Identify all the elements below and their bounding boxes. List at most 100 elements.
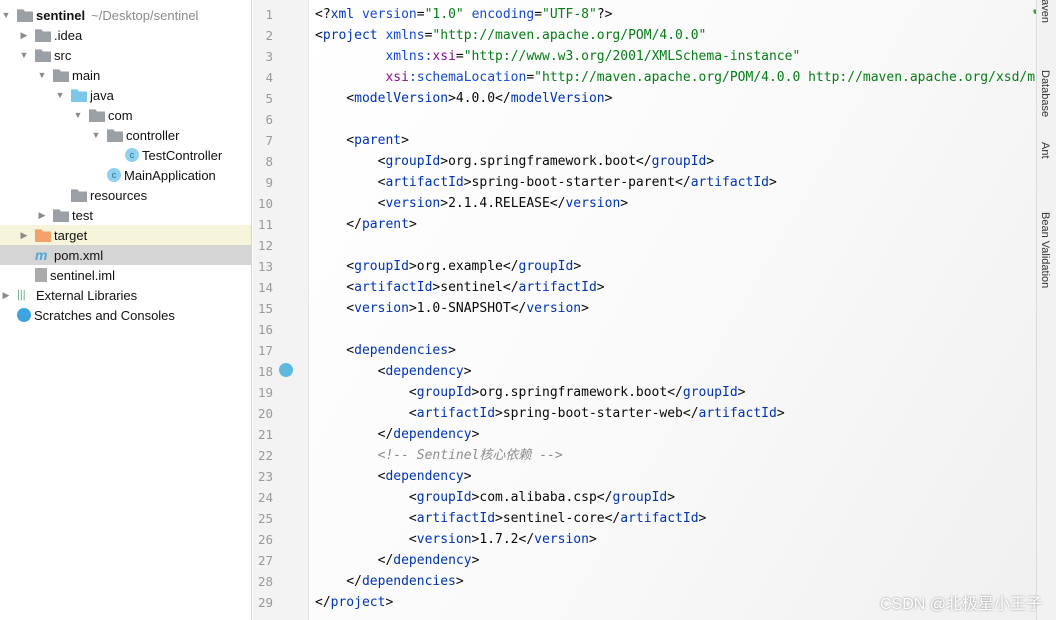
code-line[interactable]: <version>1.7.2</version> — [315, 529, 597, 550]
code-token: < — [315, 154, 386, 169]
tree-item[interactable]: resources — [0, 185, 251, 205]
tree-item[interactable]: ▼ sentinel ~/Desktop/sentinel — [0, 5, 251, 25]
code-token: version — [385, 196, 441, 211]
tree-item[interactable]: Scratches and Consoles — [0, 305, 251, 325]
tree-item[interactable]: ▼ java — [0, 85, 251, 105]
code-line[interactable]: <groupId>org.example</groupId> — [315, 256, 581, 277]
tree-item-label: test — [72, 207, 93, 223]
code-line[interactable]: <artifactId>spring-boot-starter-web</art… — [315, 403, 785, 424]
tree-item[interactable]: ▶ .idea — [0, 25, 251, 45]
code-line[interactable]: <groupId>org.springframework.boot</group… — [315, 382, 746, 403]
chevron-down-icon[interactable]: ▼ — [37, 70, 47, 80]
tool-window-maven[interactable]: Maven — [1039, 0, 1051, 23]
code-token: >4.0.0</ — [448, 91, 511, 106]
code-token: </ — [315, 217, 362, 232]
tree-item-label: External Libraries — [36, 287, 138, 303]
chevron-down-icon[interactable]: ▼ — [73, 110, 83, 120]
line-number: 19 — [257, 385, 273, 400]
code-token: modelVersion — [510, 91, 605, 106]
code-token: = — [534, 7, 543, 22]
tree-item[interactable]: ▶ target — [0, 225, 251, 245]
tree-item[interactable]: c TestController — [0, 145, 251, 165]
code-token: < — [315, 385, 417, 400]
code-token: groupId — [651, 154, 707, 169]
tree-item[interactable]: sentinel.iml — [0, 265, 251, 285]
line-number: 21 — [257, 427, 273, 442]
tree-item[interactable]: m pom.xml — [0, 245, 251, 265]
tree-item[interactable]: c MainApplication — [0, 165, 251, 185]
code-token: < — [315, 532, 417, 547]
code-line[interactable]: </dependencies> — [315, 571, 463, 592]
code-line[interactable]: <parent> — [315, 130, 409, 151]
code-line[interactable]: <modelVersion>4.0.0</modelVersion> — [315, 88, 612, 109]
tree-item[interactable]: ▼ main — [0, 65, 251, 85]
line-number: 17 — [257, 343, 273, 358]
code-line[interactable]: <artifactId>sentinel</artifactId> — [315, 277, 605, 298]
tool-window-bean-validation[interactable]: Bean Validation — [1039, 212, 1051, 288]
code-token: < — [315, 91, 355, 106]
code-token: < — [315, 406, 417, 421]
tree-item[interactable]: ▼ controller — [0, 125, 251, 145]
tree-item-label: TestController — [142, 147, 223, 163]
chevron-right-icon[interactable]: ▶ — [19, 230, 29, 241]
line-number: 2 — [265, 28, 273, 43]
code-line[interactable]: </project> — [315, 592, 393, 613]
code-line[interactable]: <artifactId>spring-boot-starter-parent</… — [315, 172, 777, 193]
chevron-right-icon[interactable]: ▶ — [37, 210, 47, 221]
line-number: 18 — [257, 364, 273, 379]
code-token: </ — [315, 595, 331, 610]
code-editor[interactable]: <?xml version="1.0" encoding="UTF-8"?> <p… — [310, 0, 1036, 620]
code-token: >com.alibaba.csp</ — [471, 490, 613, 505]
chevron-right-icon[interactable]: ▶ — [1, 290, 11, 301]
code-line[interactable]: <version>2.1.4.RELEASE</version> — [315, 193, 629, 214]
chevron-down-icon[interactable]: ▼ — [1, 10, 11, 20]
editor-gutter: 1 2 3 4 5 6 7 8 9 10 11 12 13 14 15 16 17 18 19 20 21 22 23 24 2… — [253, 0, 309, 620]
tool-window-ant[interactable]: Ant — [1039, 142, 1051, 159]
right-tool-window-bar: Maven Database Ant Bean Validation — [1036, 0, 1056, 620]
line-number: 15 — [257, 301, 273, 316]
libraries-icon: ||| — [17, 289, 26, 301]
code-line[interactable]: <dependencies> — [315, 340, 456, 361]
code-token: dependency — [393, 553, 472, 568]
line-number: 9 — [265, 175, 273, 190]
code-token: </ — [315, 574, 362, 589]
tree-item[interactable]: ▼ src — [0, 45, 251, 65]
code-token: artifactId — [354, 280, 433, 295]
chevron-down-icon[interactable]: ▼ — [55, 90, 65, 100]
code-line[interactable]: <groupId>org.springframework.boot</group… — [315, 151, 715, 172]
code-token: xml — [330, 7, 362, 22]
code-line[interactable]: <artifactId>sentinel-core</artifactId> — [315, 508, 706, 529]
code-line[interactable]: xsi:schemaLocation="http://maven.apache.… — [315, 67, 1036, 88]
code-line[interactable]: </parent> — [315, 214, 416, 235]
override-gutter-icon[interactable] — [279, 363, 293, 377]
code-token: <? — [315, 7, 331, 22]
tree-item-label: pom.xml — [54, 247, 104, 263]
code-line[interactable]: <?xml version="1.0" encoding="UTF-8"?> — [315, 4, 612, 25]
code-line[interactable]: <dependency> — [315, 361, 472, 382]
tree-item-label: src — [54, 47, 72, 63]
tool-window-database[interactable]: Database — [1039, 70, 1051, 117]
code-line[interactable]: <version>1.0-SNAPSHOT</version> — [315, 298, 589, 319]
code-line[interactable]: <project xmlns="http://maven.apache.org/… — [315, 25, 706, 46]
code-line[interactable]: <groupId>com.alibaba.csp</groupId> — [315, 487, 675, 508]
chevron-right-icon[interactable]: ▶ — [19, 30, 29, 41]
code-line[interactable]: xmlns:xsi="http://www.w3.org/2001/XMLSch… — [315, 46, 800, 67]
tree-item[interactable]: ▶ test — [0, 205, 251, 225]
code-token: dependencies — [361, 574, 456, 589]
chevron-down-icon[interactable]: ▼ — [91, 130, 101, 140]
code-token: project — [322, 28, 386, 43]
chevron-down-icon[interactable]: ▼ — [19, 50, 29, 60]
code-line[interactable]: </dependency> — [315, 550, 480, 571]
code-token: version — [416, 532, 472, 547]
code-token: >1.7.2</ — [471, 532, 535, 547]
tree-item[interactable]: ▶ ||| External Libraries — [0, 285, 251, 305]
code-token: groupId — [682, 385, 738, 400]
tree-item[interactable]: ▼ com — [0, 105, 251, 125]
code-token: > — [596, 280, 605, 295]
code-token: </ — [315, 427, 394, 442]
code-token: > — [776, 406, 785, 421]
code-line[interactable]: <!-- Sentinel核心依赖 --> — [315, 445, 563, 466]
code-line[interactable]: </dependency> — [315, 424, 480, 445]
code-line[interactable]: <dependency> — [315, 466, 472, 487]
code-token: artifactId — [518, 280, 597, 295]
